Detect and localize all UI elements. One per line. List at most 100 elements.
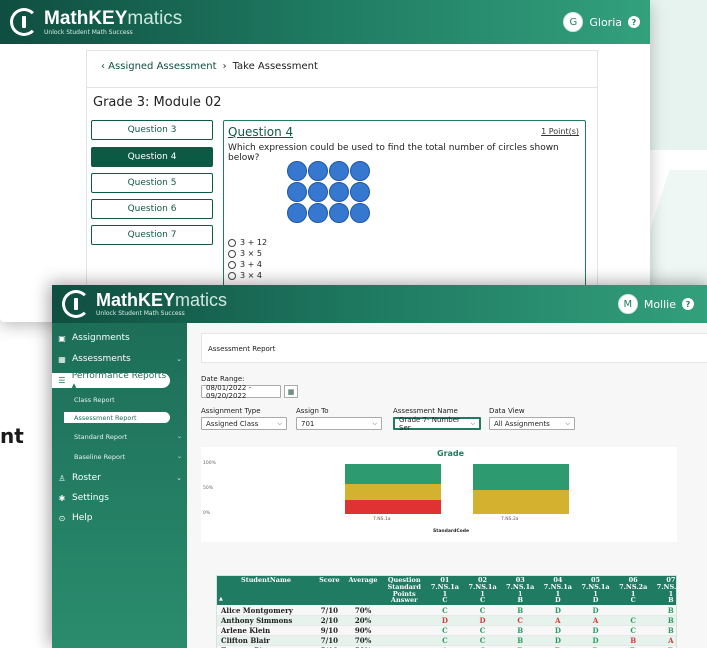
brand-logo[interactable]: MathKEYmatics Unlock Student Math Succes… <box>62 290 227 318</box>
answer-options: 3 + 12 3 × 5 3 + 4 3 × 4 <box>228 237 267 281</box>
bar-segment <box>473 490 569 514</box>
grid-icon: ▦ <box>58 354 66 364</box>
question-nav-button-active[interactable]: Question 4 <box>91 147 213 167</box>
list-icon: ☰ <box>58 376 66 385</box>
column-header[interactable]: 05 7.NS.1a 1 D <box>576 576 615 606</box>
column-header[interactable]: 06 7.NS.2a 1 C <box>614 576 653 606</box>
table-cell <box>382 605 427 616</box>
divider <box>87 87 597 88</box>
column-header[interactable]: Average <box>343 576 383 606</box>
logo-icon <box>10 8 38 36</box>
bar-segment <box>345 484 441 500</box>
page-title-card: Assessment Report <box>201 333 707 363</box>
answer-cell: B <box>652 605 676 616</box>
question-nav-button[interactable]: Question 6 <box>91 199 213 219</box>
question-title: Question 4 <box>228 125 294 139</box>
assign-to-select[interactable]: 701 ⌵ <box>296 417 382 430</box>
answer-cell: B <box>614 635 653 646</box>
avatar[interactable]: G <box>563 12 584 32</box>
table-row[interactable]: Anthony Simmons2/1020%DDCAACBBI <box>217 615 676 626</box>
column-header[interactable]: 02 7.NS.1a 1 C <box>463 576 502 606</box>
answer-cell: B <box>501 605 540 616</box>
question-points: 1 Point(s) <box>541 127 579 136</box>
help-icon[interactable]: ? <box>628 16 640 28</box>
user-name[interactable]: Gloria <box>589 16 622 29</box>
user-menu[interactable]: G Gloria ? <box>563 12 640 32</box>
sidebar-item-assignments[interactable]: ▣ Assignments <box>58 333 182 343</box>
assignment-type-select[interactable]: Assigned Class ⌵ <box>201 417 287 430</box>
user-menu[interactable]: M Mollie ? <box>617 294 694 314</box>
radio-button[interactable] <box>228 238 236 247</box>
column-header[interactable]: 077.NS.2a1B <box>652 576 676 606</box>
answer-option[interactable]: 3 + 12 <box>228 237 267 248</box>
column-header[interactable]: 01 7.NS.1a 1 C <box>426 576 464 606</box>
brand-name-suffix: matics <box>127 7 183 29</box>
brand-name-suffix: matics <box>175 290 228 310</box>
question-nav-button[interactable]: Question 5 <box>91 173 213 193</box>
sidebar-subitem-baseline-report[interactable]: Baseline Report ⌄ <box>74 453 182 461</box>
column-header[interactable]: Score <box>315 576 344 606</box>
table-row[interactable]: Arlene Klein9/1090%CCBDDCBA( <box>217 625 676 636</box>
answer-cell: C <box>614 625 653 636</box>
gear-icon: ✱ <box>58 493 66 503</box>
column-header[interactable]: StudentName ▲ <box>217 576 315 606</box>
x-tick-label: 7.NS.2a <box>501 517 519 522</box>
subitem-label: Standard Report <box>74 433 128 441</box>
date-range-input[interactable]: 08/01/2022 - 09/20/2022 <box>201 384 281 400</box>
radio-button[interactable] <box>228 271 236 280</box>
circle-shape <box>308 182 328 202</box>
bar-segment <box>473 464 569 490</box>
option-label: 3 × 5 <box>240 249 262 258</box>
help-icon[interactable]: ? <box>682 298 694 310</box>
column-header[interactable]: Question Standard Points Answer <box>382 576 427 606</box>
sidebar-item-label: Assignments <box>72 333 130 343</box>
radio-button[interactable] <box>228 260 236 269</box>
assessment-name-select[interactable]: Grade 7- Number Ser ⌵ <box>393 416 481 432</box>
table-cell: Alice Montgomery <box>217 605 315 616</box>
radio-button[interactable] <box>228 249 236 258</box>
question-nav-button[interactable]: Question 7 <box>91 225 213 245</box>
chart-title: Grade <box>437 449 465 458</box>
answer-cell: D <box>576 625 615 636</box>
sidebar-item-assessments[interactable]: ▦ Assessments ⌄ <box>58 354 182 364</box>
option-label: 3 + 12 <box>240 238 268 247</box>
select-value: Assigned Class <box>206 419 259 428</box>
breadcrumb: ‹ Assigned Assessment › Take Assessment <box>101 61 318 72</box>
table-cell: 9/10 <box>315 625 344 636</box>
answer-option[interactable]: 3 + 4 <box>228 259 267 270</box>
circle-shape <box>350 161 370 181</box>
brand-logo[interactable]: MathKEYmatics Unlock Student Math Succes… <box>10 8 182 36</box>
table-header-row: StudentName ▲ Score Average Question Standard… <box>217 576 676 606</box>
sidebar-item-settings[interactable]: ✱ Settings <box>58 493 182 503</box>
table-row[interactable]: Alice Montgomery7/1070%CCBDDBB <box>217 605 676 616</box>
calendar-icon[interactable]: ▦ <box>284 385 298 398</box>
table-cell: 2/10 <box>315 615 344 626</box>
answer-cell: D <box>539 625 577 636</box>
table-cell: Arlene Klein <box>217 625 315 636</box>
brand-tagline: Unlock Student Math Success <box>44 28 133 36</box>
answer-cell: A <box>576 615 615 626</box>
answer-option[interactable]: 3 × 5 <box>228 248 267 259</box>
table-row[interactable]: Clifton Blair7/1070%CCBDDBAA( <box>217 635 676 646</box>
sidebar-subitem-class-report[interactable]: Class Report <box>74 396 182 404</box>
select-value: 701 <box>301 419 315 428</box>
answer-cell: B <box>501 625 540 636</box>
sidebar-item-help[interactable]: ⊙ Help <box>58 513 182 523</box>
breadcrumb-back-link[interactable]: ‹ Assigned Assessment <box>101 61 217 72</box>
user-name[interactable]: Mollie <box>644 298 676 311</box>
column-header[interactable]: 04 7.NS.1a 1 D <box>539 576 577 606</box>
answer-cell: C <box>426 625 464 636</box>
data-view-select[interactable]: All Assignments ⌵ <box>489 417 575 430</box>
answer-option[interactable]: 3 × 4 <box>228 270 267 281</box>
date-range-label: Date Range: <box>201 375 245 383</box>
sidebar-item-roster[interactable]: ♙ Roster ⌄ <box>58 473 182 483</box>
question-nav-button[interactable]: Question 3 <box>91 120 213 140</box>
sidebar-item-label: Performance Reports ▴ <box>71 370 167 391</box>
y-tick-label: 0% <box>203 511 211 516</box>
avatar[interactable]: M <box>617 294 638 314</box>
sidebar-item-performance-reports[interactable]: ☰ Performance Reports ▴ <box>52 370 170 391</box>
sidebar-subitem-standard-report[interactable]: Standard Report ⌄ <box>74 433 182 441</box>
sidebar-subitem-assessment-report[interactable]: Assessment Report <box>64 412 170 423</box>
column-header[interactable]: 03 7.NS.1a 1 B <box>501 576 540 606</box>
report-main: Assessment Report Date Range: 08/01/2022… <box>187 323 707 648</box>
